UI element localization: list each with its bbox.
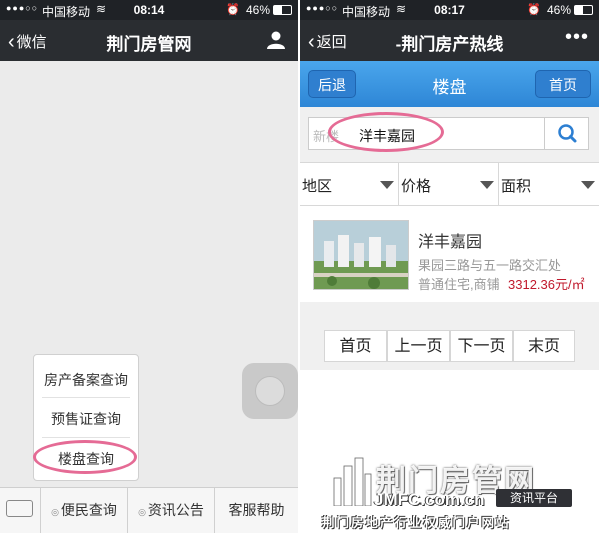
filter-label: 价格 [401,178,432,195]
tab-label: 便民查询 [60,502,117,518]
more-icon[interactable]: ••• [565,26,589,49]
property-thumbnail [313,220,409,290]
keyboard-toggle[interactable] [0,488,41,533]
keyboard-icon [6,500,33,517]
building-logo-icon [333,457,372,506]
filter-label: 地区 [302,178,333,195]
page-title: 荆门房管网 [106,35,192,54]
watermark-url: JMFC.com.cn [374,490,485,509]
filter-region[interactable]: 地区 [300,163,399,205]
dropdown-arrow-icon [581,181,595,189]
watermark-tag: 资讯平台 [496,489,572,507]
page-first-button[interactable]: 首页 [324,330,387,362]
page-last-button[interactable]: 末页 [513,330,575,362]
property-address: 果园三路与五一路交汇处 [418,258,562,273]
alarm-icon: ⏰ [527,4,541,16]
status-bar: ●●●○○ 中国移动 ≋ 08:17 ⏰ 46% [300,0,599,20]
site-watermark: 荆门房管网 JMFC.com.cn 资讯平台 荆门房地产行业权威门户网站 [300,452,599,533]
search-icon [558,124,577,143]
property-name: 洋丰嘉园 [418,234,483,251]
nav-bar: ‹ 返回 -荆门房产热线 ••• [300,20,599,61]
tab-customer-help[interactable]: 客服帮助 [215,488,298,533]
header-home-button[interactable]: 首页 [535,70,591,98]
assistive-touch-button[interactable] [242,363,298,419]
battery-icon [273,5,292,15]
page-title: -荆门房产热线 [395,35,504,54]
highlight-circle [33,440,137,474]
filter-bar: 地区 价格 面积 [300,162,599,206]
dropdown-arrow-icon [480,181,494,189]
filter-area[interactable]: 面积 [499,163,599,205]
tab-label: 资讯公告 [147,502,204,518]
menu-item-presale-permit[interactable]: 预售证查询 [34,409,138,429]
header-bar: 后退 楼盘 首页 [300,61,599,107]
list-item[interactable]: 洋丰嘉园 果园三路与五一路交汇处 普通住宅,商铺 3312.36元/㎡ [300,206,599,302]
battery-icon [574,5,593,15]
page-next-button[interactable]: 下一页 [450,330,513,362]
alarm-icon: ⏰ [226,4,240,16]
person-icon[interactable] [266,30,286,50]
left-phone-screen: ●●●○○ 中国移动 ≋ 08:14 ⏰ 46% ‹ 微信 荆门房管网 房产备案查… [0,0,298,533]
status-bar: ●●●○○ 中国移动 ≋ 08:14 ⏰ 46% [0,0,298,20]
dropdown-arrow-icon [380,181,394,189]
menu-dot-icon: ◎ [51,507,59,517]
highlight-circle [328,112,444,152]
menu-dot-icon: ◎ [138,507,146,517]
filter-label: 面积 [501,178,532,195]
tab-convenience-query[interactable]: ◎ 便民查询 [41,488,128,533]
menu-item-property-record[interactable]: 房产备案查询 [34,370,138,390]
battery-percent: 46% [546,3,571,17]
filter-price[interactable]: 价格 [399,163,499,205]
battery-percent: 46% [245,3,270,17]
property-type: 普通住宅,商铺 [418,277,500,292]
tab-news-notice[interactable]: ◎ 资讯公告 [128,488,215,533]
menu-divider [42,397,130,398]
watermark-slogan: 荆门房地产行业权威门户网站 [322,516,511,530]
property-price: 3312.36元/㎡ [508,277,585,292]
nav-bar: ‹ 微信 荆门房管网 [0,20,298,61]
search-button[interactable] [544,117,589,150]
menu-divider [42,437,130,438]
bottom-menu-bar: ◎ 便民查询 ◎ 资讯公告 客服帮助 [0,487,298,533]
page-prev-button[interactable]: 上一页 [387,330,450,362]
